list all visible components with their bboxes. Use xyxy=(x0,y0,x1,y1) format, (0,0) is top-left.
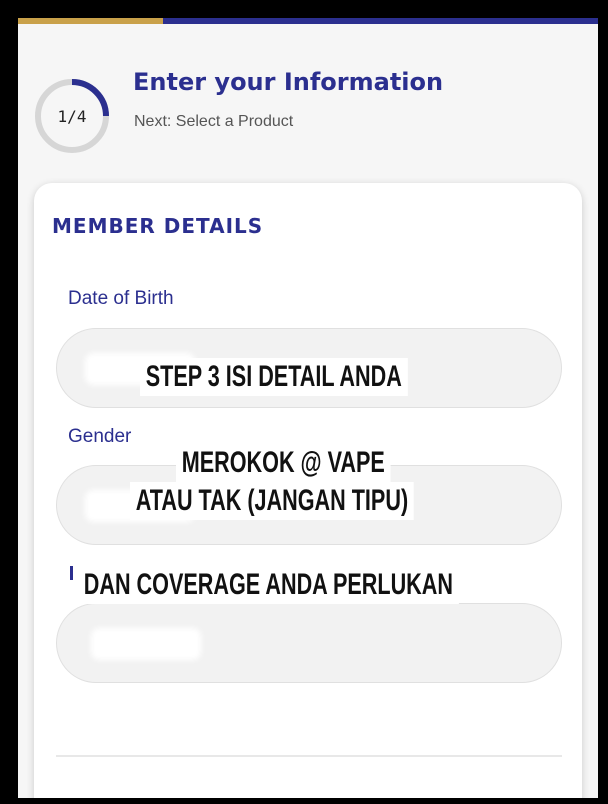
step-count: 1/4 xyxy=(57,106,87,126)
overlay-caption-1: STEP 3 ISI DETAIL ANDA xyxy=(140,358,408,396)
overlay-caption-4: DAN COVERAGE ANDA PERLUKAN xyxy=(78,566,459,604)
section-title: MEMBER DETAILS xyxy=(52,214,264,238)
step-indicator: 1/4 xyxy=(34,78,110,154)
gender-label: Gender xyxy=(68,426,132,447)
progress-bar xyxy=(18,18,598,24)
progress-bar-fill xyxy=(18,18,163,24)
coverage-field[interactable] xyxy=(56,603,562,683)
redacted-value xyxy=(91,628,201,660)
divider xyxy=(56,755,562,757)
overlay-caption-3: ATAU TAK (JANGAN TIPU) xyxy=(130,482,414,520)
page-title: Enter your Information xyxy=(133,68,444,96)
date-of-birth-label: Date of Birth xyxy=(68,288,174,309)
app-screen: 1/4 Enter your Information Next: Select … xyxy=(18,18,598,798)
overlay-caption-2: MEROKOK @ VAPE xyxy=(176,444,391,482)
third-field-label xyxy=(70,566,73,580)
next-step-hint: Next: Select a Product xyxy=(134,113,294,130)
